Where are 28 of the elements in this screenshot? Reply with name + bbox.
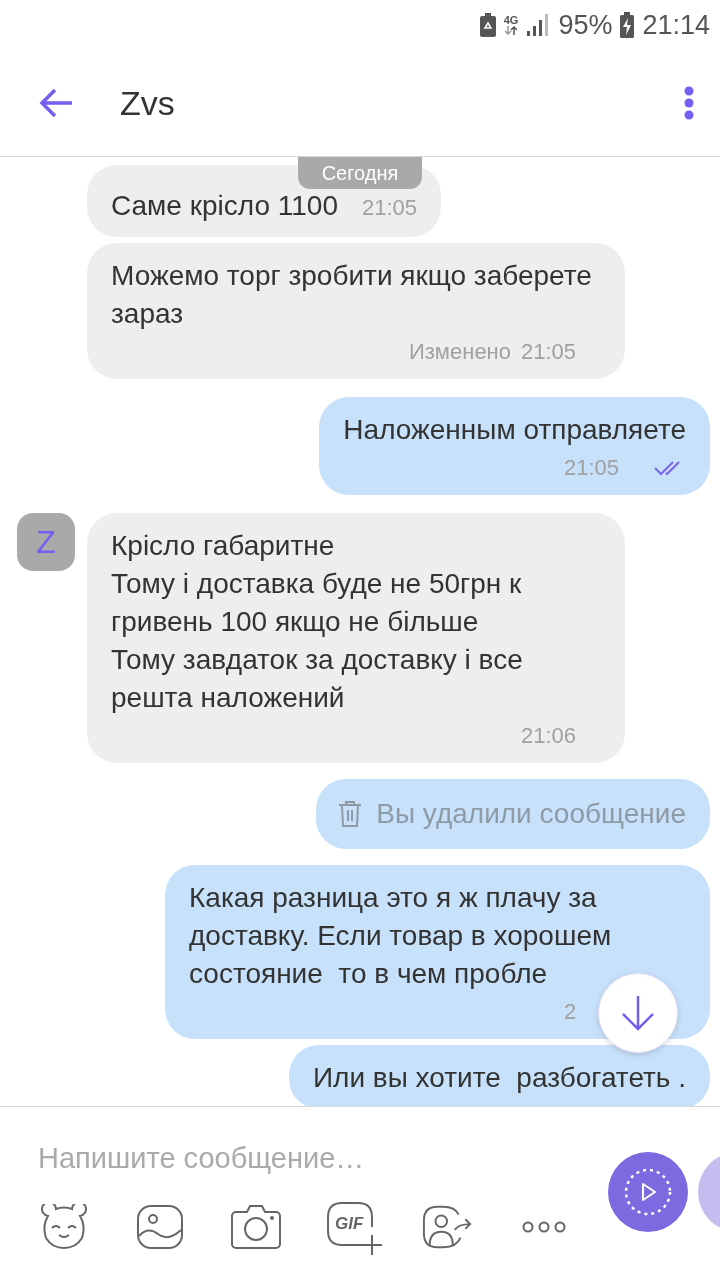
message-time: 21:06	[521, 723, 577, 748]
message-time: 21:05	[361, 194, 418, 222]
message-text: Крісло габаритне Тому і доставка буде не 50грн к гривень 100 якщо не більше Тому завдаток за доставку і все решта наложений	[111, 529, 524, 715]
back-button[interactable]	[38, 87, 74, 119]
network-indicator: 4G	[503, 15, 519, 35]
down-arrow-icon	[620, 994, 656, 1032]
message-text: Какая разница это я ж плачу за доставку. Если товар в хорошем состояние то в чем пробле	[189, 881, 613, 991]
message-input-field[interactable]: Напишите сообщение…	[38, 1133, 578, 1183]
message-time: 2	[564, 999, 577, 1024]
clock: 21:14	[642, 9, 710, 41]
data-arrows-icon	[505, 26, 518, 35]
more-icon	[522, 1221, 566, 1233]
play-icon	[624, 1168, 672, 1216]
message-time: 21:05	[564, 455, 620, 480]
message-text: Наложенным отправляете	[343, 413, 686, 447]
trash-icon	[338, 800, 363, 828]
deleted-message-text: Вы удалили сообщение	[376, 797, 686, 831]
message-text: Или вы хотите разбогатеть .	[312, 1061, 686, 1095]
message-time: 21:05	[521, 339, 577, 364]
message-text: Саме крісло 1100	[111, 189, 338, 223]
date-badge: Сегодня	[298, 157, 422, 189]
signal-icon	[526, 13, 551, 37]
battery-charging-icon	[620, 12, 635, 38]
chat-title: Zvs	[120, 83, 176, 123]
battery-percent: 95%	[558, 9, 613, 41]
more-options-button[interactable]	[684, 86, 694, 120]
edited-label: Изменено	[408, 338, 511, 366]
message-text: Можемо торг зробити якщо заберете зараз	[111, 259, 593, 331]
